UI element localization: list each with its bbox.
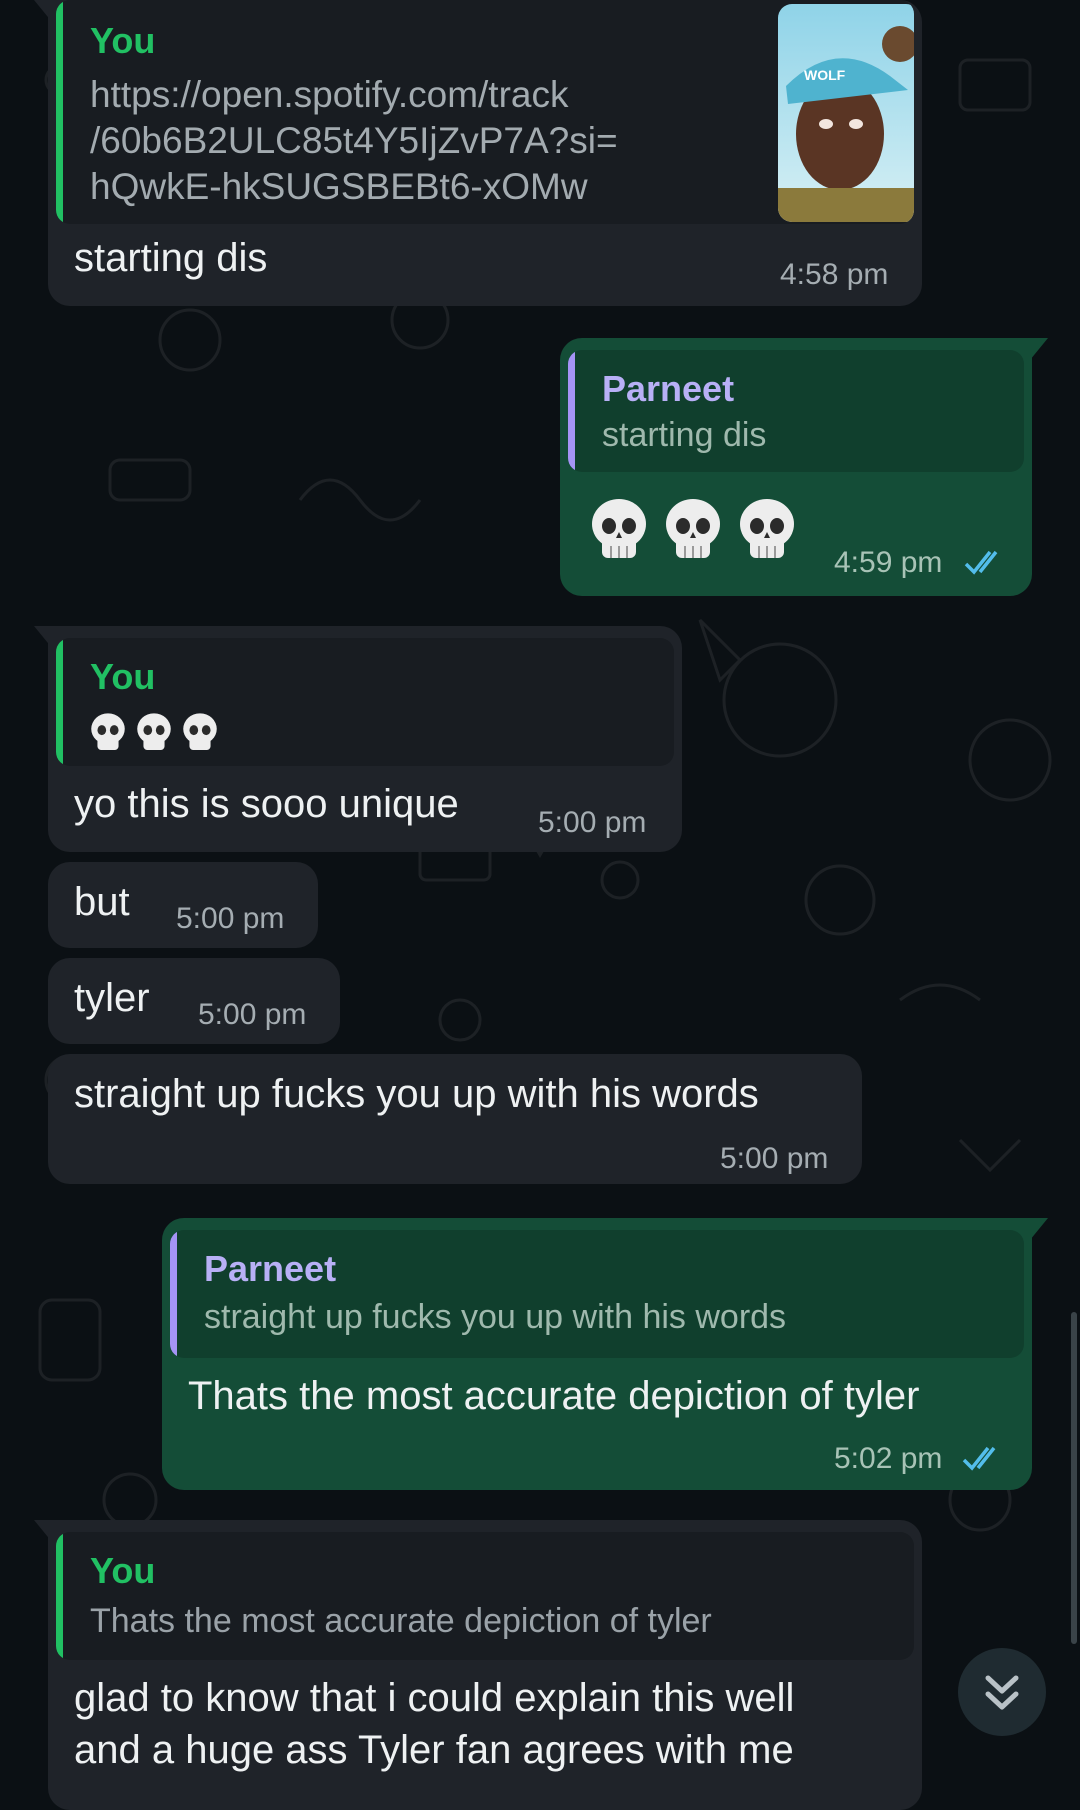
message-bubble-incoming[interactable]: but 5:00 pm [48, 862, 318, 948]
message-text-line-1: glad to know that i could explain this w… [74, 1676, 795, 1720]
quote-author: Parneet [602, 368, 735, 409]
album-art-image[interactable]: WOLF [778, 4, 914, 222]
skull-emoji [137, 713, 171, 750]
message-text: but [74, 880, 130, 924]
message-text: straight up fucks you up with his words [74, 1072, 759, 1116]
message-time: 5:00 pm [198, 998, 307, 1031]
skull-emoji [183, 713, 217, 750]
skull-emoji [91, 713, 125, 750]
double-chevron-down-icon [985, 1675, 1019, 1710]
quote-author: You [90, 1550, 156, 1591]
message-bubble-incoming[interactable]: tyler 5:00 pm [48, 958, 340, 1044]
quote-link-text: https://open.spotify.com/track /60b6B2UL… [90, 72, 618, 210]
message-bubble-incoming[interactable]: You https://open.spotify.com/track /60b6… [34, 0, 922, 306]
svg-text:WOLF: WOLF [804, 67, 846, 83]
read-double-check-icon [964, 550, 998, 575]
message-bubble-incoming[interactable]: straight up fucks you up with his words … [48, 1054, 862, 1184]
quote-text: Thats the most accurate depiction of tyl… [90, 1602, 712, 1640]
reply-quote[interactable]: Parneet starting dis [568, 350, 1024, 472]
message-bubble-outgoing[interactable]: Parneet starting dis 💀💀💀 4:59 pm [560, 338, 1048, 596]
message-time: 5:02 pm [834, 1442, 943, 1475]
message-time: 5:00 pm [720, 1142, 829, 1175]
quote-link-line-3: hQwkE-hkSUGSBEBt6-xOMw [90, 166, 588, 207]
message-text: starting dis [74, 236, 268, 280]
reply-quote[interactable]: Parneet straight up fucks you up with hi… [170, 1230, 1024, 1358]
message-text-line-2: and a huge ass Tyler fan agrees with me [74, 1728, 794, 1772]
message-time: 4:59 pm [834, 546, 943, 579]
quote-link-line-2: /60b6B2ULC85t4Y5IjZvP7A?si= [90, 120, 618, 161]
album-art-graphic: WOLF [778, 4, 914, 222]
quote-author: You [90, 20, 156, 61]
message-time: 4:58 pm [780, 258, 889, 291]
message-text: tyler [74, 976, 150, 1020]
message-time: 5:00 pm [538, 806, 647, 839]
quote-accent-bar [170, 1230, 177, 1358]
quote-text: starting dis [602, 416, 767, 454]
message-bubble-incoming[interactable]: You Thats the most accurate depiction of… [34, 1520, 922, 1810]
skull-emoji [666, 499, 720, 558]
quote-link-line-1: https://open.spotify.com/track [90, 74, 569, 115]
quote-accent-bar [56, 0, 63, 224]
quote-text: straight up fucks you up with his words [204, 1298, 787, 1336]
read-double-check-icon [962, 1446, 996, 1471]
quote-accent-bar [56, 638, 63, 766]
message-bubble-outgoing[interactable]: Parneet straight up fucks you up with hi… [162, 1218, 1048, 1490]
scroll-to-bottom-button[interactable] [958, 1648, 1046, 1736]
quote-author: You [90, 656, 156, 697]
quote-author: Parneet [204, 1248, 337, 1289]
message-text: Thats the most accurate depiction of tyl… [188, 1374, 920, 1418]
reply-quote[interactable]: You 💀💀💀 [56, 638, 674, 766]
message-text: yo this is sooo unique [74, 782, 459, 826]
reply-quote[interactable]: You Thats the most accurate depiction of… [56, 1532, 914, 1660]
quote-accent-bar [568, 350, 575, 472]
chat-scrollbar[interactable] [1071, 1312, 1077, 1644]
quote-accent-bar [56, 1532, 63, 1660]
skull-emoji [592, 499, 646, 558]
reply-quote[interactable]: You https://open.spotify.com/track /60b6… [56, 0, 914, 224]
message-time: 5:00 pm [176, 902, 285, 935]
skull-emoji [740, 499, 794, 558]
message-bubble-incoming[interactable]: You 💀💀💀 yo this is sooo unique 5:00 pm [34, 626, 682, 852]
